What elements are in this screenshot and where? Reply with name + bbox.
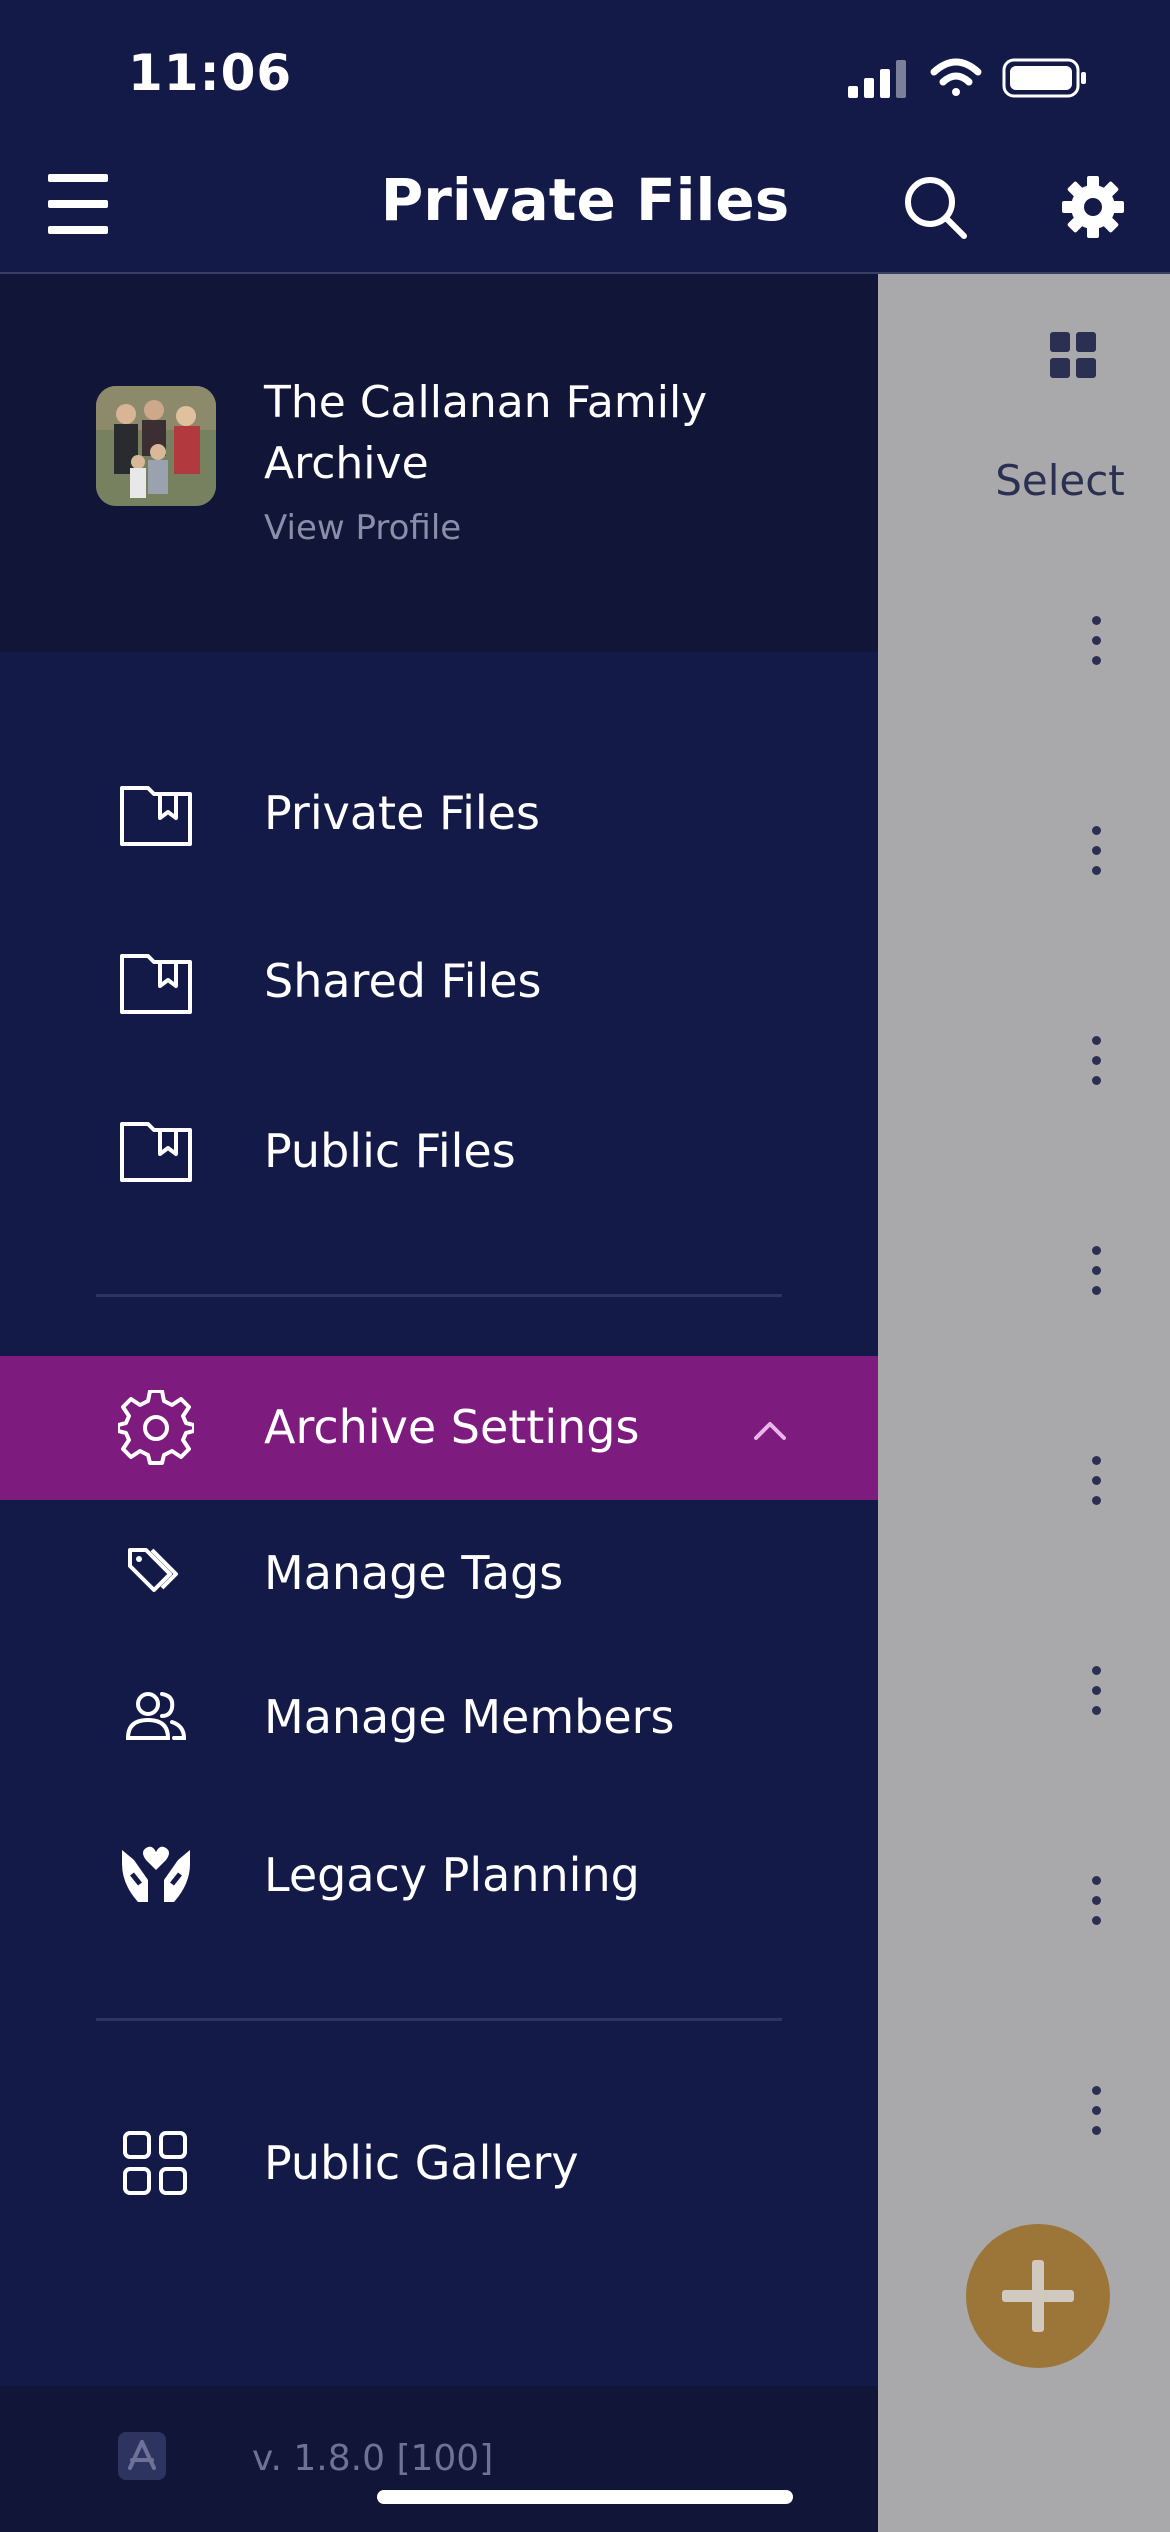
drawer-item-label: Private Files [264, 786, 540, 840]
more-options-icon[interactable] [1076, 816, 1116, 896]
drawer-subitem-legacy-planning[interactable]: Legacy Planning [0, 1822, 878, 1932]
drawer-item-public-files[interactable]: Public Files [0, 1098, 878, 1208]
chevron-up-icon[interactable] [750, 1418, 790, 1442]
drawer-item-shared-files[interactable]: Shared Files [0, 930, 878, 1040]
folder-bookmark-icon [120, 1122, 192, 1182]
file-list-overlay[interactable] [878, 274, 1170, 2532]
archive-avatar[interactable] [96, 386, 216, 506]
settings-gear-icon[interactable] [1058, 172, 1128, 242]
drawer-item-private-files[interactable]: Private Files [0, 760, 878, 870]
app-store-icon [118, 2432, 166, 2480]
more-options-icon[interactable] [1076, 2076, 1116, 2156]
drawer-item-label: Public Gallery [264, 2136, 579, 2190]
page-title: Private Files [380, 166, 790, 234]
grid-icon [123, 2131, 187, 2195]
archive-name: The Callanan Family Archive [264, 377, 708, 489]
drawer-subitem-manage-members[interactable]: Manage Members [0, 1664, 878, 1774]
grid-view-icon[interactable] [1050, 332, 1096, 378]
view-profile-link[interactable]: View Profile [264, 508, 461, 548]
status-icons [848, 58, 1086, 98]
drawer-item-public-gallery[interactable]: Public Gallery [0, 2110, 878, 2220]
wifi-icon [930, 58, 982, 96]
tags-icon [128, 1548, 178, 1592]
drawer-item-label: Public Files [264, 1124, 516, 1178]
select-button[interactable]: Select [960, 456, 1160, 505]
status-time: 11:06 [128, 44, 293, 102]
folder-bookmark-icon [120, 954, 192, 1014]
signal-icon [848, 60, 906, 98]
more-options-icon[interactable] [1076, 606, 1116, 686]
members-icon [125, 1692, 187, 1740]
more-options-icon[interactable] [1076, 1446, 1116, 1526]
drawer-item-label: Manage Members [264, 1690, 675, 1744]
drawer-item-label: Legacy Planning [264, 1848, 640, 1902]
add-button[interactable] [966, 2224, 1110, 2368]
drawer-item-label: Manage Tags [264, 1546, 564, 1600]
home-indicator[interactable] [377, 2490, 793, 2504]
folder-bookmark-icon [120, 786, 192, 846]
app-version: v. 1.8.0 [100] [252, 2438, 494, 2479]
drawer-subitem-manage-tags[interactable]: Manage Tags [0, 1520, 878, 1630]
gear-icon [118, 1390, 194, 1465]
more-options-icon[interactable] [1076, 1236, 1116, 1316]
battery-icon [1002, 58, 1086, 98]
divider [96, 1294, 782, 1297]
more-options-icon[interactable] [1076, 1656, 1116, 1736]
drawer-item-label: Shared Files [264, 954, 542, 1008]
search-icon[interactable] [900, 172, 970, 242]
heart-hands-icon [122, 1846, 190, 1902]
divider [96, 2018, 782, 2021]
more-options-icon[interactable] [1076, 1866, 1116, 1946]
archive-settings-label: Archive Settings [264, 1400, 640, 1454]
more-options-icon[interactable] [1076, 1026, 1116, 1106]
